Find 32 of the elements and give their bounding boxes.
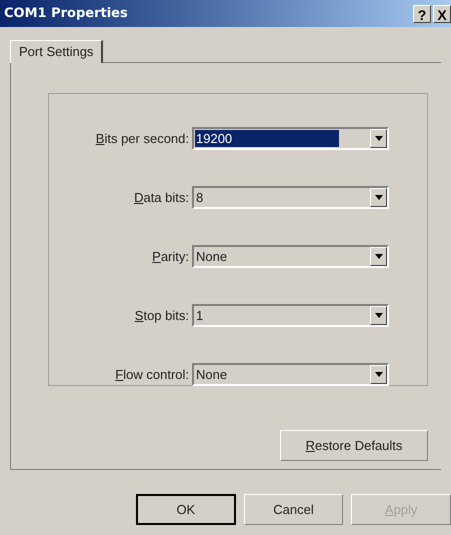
restore-defaults-button[interactable]: Restore Defaults bbox=[280, 430, 428, 461]
caret-icon bbox=[374, 372, 382, 377]
caret-icon bbox=[374, 254, 382, 259]
dropdown-value: 19200 bbox=[195, 130, 339, 147]
dropdown[interactable]: 19200 bbox=[192, 127, 389, 150]
dialog-button[interactable]: OK bbox=[136, 494, 236, 525]
dropdown-value: None bbox=[195, 366, 228, 383]
dropdown-value: None bbox=[195, 248, 228, 265]
help-button[interactable]: ? bbox=[413, 4, 431, 22]
dropdown-arrow-button[interactable] bbox=[370, 188, 387, 207]
dropdown[interactable]: 1 bbox=[192, 304, 389, 327]
dropdown-value: 8 bbox=[195, 189, 204, 206]
window-title: COM1 Properties bbox=[4, 4, 128, 23]
dialog-button[interactable]: Cancel bbox=[244, 494, 344, 525]
dropdown[interactable]: None bbox=[192, 245, 389, 268]
field-label: Bits per second: bbox=[94, 130, 190, 148]
caret-icon bbox=[374, 136, 382, 141]
dropdown-arrow-button[interactable] bbox=[370, 247, 387, 266]
dropdown-value: 1 bbox=[195, 307, 204, 324]
field-label: Stop bits: bbox=[134, 306, 190, 325]
tab[interactable]: Port Settings bbox=[10, 40, 104, 63]
field-label: Flow control: bbox=[114, 366, 190, 384]
field-label: Data bits: bbox=[133, 188, 190, 207]
dropdown[interactable]: None bbox=[192, 363, 389, 386]
dropdown[interactable]: 8 bbox=[192, 186, 389, 209]
caret-icon bbox=[374, 195, 382, 200]
close-button[interactable]: X bbox=[433, 4, 451, 22]
dropdown-arrow-button[interactable] bbox=[370, 129, 387, 148]
field-label: Parity: bbox=[151, 248, 190, 266]
caret-icon bbox=[374, 313, 382, 318]
dropdown-arrow-button[interactable] bbox=[370, 306, 387, 325]
dropdown-arrow-button[interactable] bbox=[370, 365, 387, 384]
